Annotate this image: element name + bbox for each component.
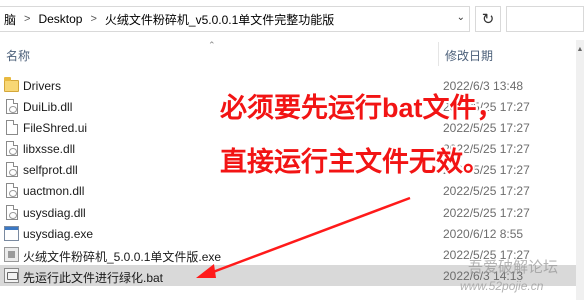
annotation-line-2: 直接运行主文件无效。 [220, 147, 490, 177]
annotation-line-1: 必须要先运行bat文件， [220, 93, 504, 123]
arrow-head-icon [196, 264, 216, 278]
arrow-line [204, 196, 411, 277]
